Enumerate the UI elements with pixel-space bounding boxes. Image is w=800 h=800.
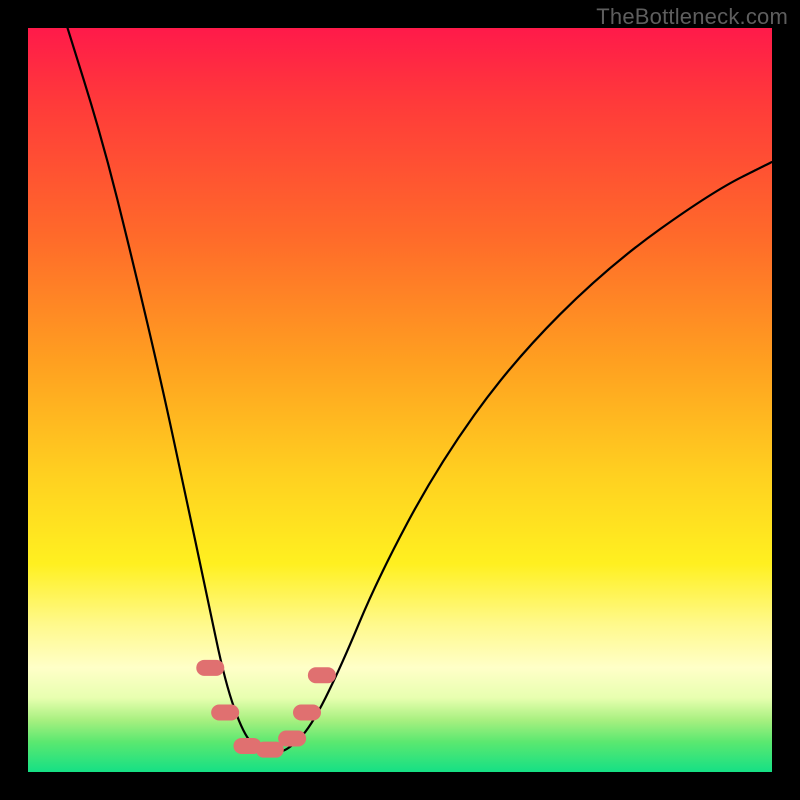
chart-plot-area <box>28 28 772 772</box>
chart-frame: TheBottleneck.com <box>0 0 800 800</box>
chart-svg <box>28 28 772 772</box>
bottleneck-curve <box>65 21 772 753</box>
watermark-text: TheBottleneck.com <box>596 4 788 30</box>
curve-floor-markers <box>204 668 328 750</box>
